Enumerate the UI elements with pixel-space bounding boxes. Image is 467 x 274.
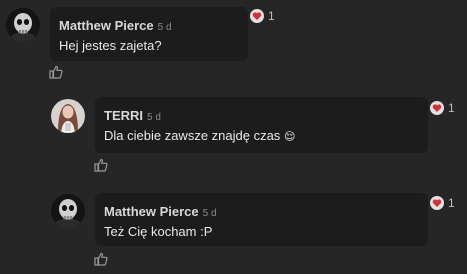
reaction-count: 1 [448, 196, 455, 210]
timestamp[interactable]: 5 d [203, 208, 217, 219]
comment-bubble: Matthew Pierce 5 d Też Cię kocham :P [95, 193, 428, 246]
author-line: Matthew Pierce 5 d [104, 203, 217, 221]
heart-reaction-icon [430, 196, 444, 210]
comment-bubble: Matthew Pierce 5 d Hej jestes zajeta? [50, 7, 248, 61]
author-name[interactable]: Matthew Pierce [104, 204, 199, 219]
comment-text: Też Cię kocham :P [104, 224, 213, 239]
relieved-face-emoji: 😌 [283, 131, 296, 143]
comment-text-body: Dla ciebie zawsze znajdę czas [104, 128, 281, 143]
reaction-summary[interactable]: 1 [430, 101, 455, 115]
comment-text: Hej jestes zajeta? [59, 38, 162, 53]
reaction-count: 1 [268, 9, 275, 23]
author-line: Matthew Pierce 5 d [59, 17, 172, 35]
thumbs-up-icon[interactable] [94, 158, 108, 172]
timestamp[interactable]: 5 d [147, 112, 161, 123]
avatar[interactable] [6, 8, 40, 42]
reaction-summary[interactable]: 1 [250, 9, 275, 23]
author-name[interactable]: TERRI [104, 108, 143, 123]
author-name[interactable]: Matthew Pierce [59, 18, 154, 33]
avatar[interactable] [51, 99, 85, 133]
comment-thread: Matthew Pierce 5 d Hej jestes zajeta? 1 [0, 0, 467, 274]
reaction-summary[interactable]: 1 [430, 196, 455, 210]
comment-1: Matthew Pierce 5 d Hej jestes zajeta? 1 [0, 0, 467, 82]
timestamp[interactable]: 5 d [158, 22, 172, 33]
comment-3: Matthew Pierce 5 d Też Cię kocham :P 1 [0, 186, 467, 274]
heart-reaction-icon [250, 9, 264, 23]
comment-2: TERRI 5 d Dla ciebie zawsze znajdę czas 😌… [0, 90, 467, 180]
author-line: TERRI 5 d [104, 107, 161, 125]
thumbs-up-icon[interactable] [94, 252, 108, 266]
heart-reaction-icon [430, 101, 444, 115]
avatar[interactable] [51, 194, 85, 228]
comment-bubble: TERRI 5 d Dla ciebie zawsze znajdę czas 😌 [95, 97, 428, 153]
comment-text: Dla ciebie zawsze znajdę czas 😌 [104, 128, 295, 143]
reaction-count: 1 [448, 101, 455, 115]
thumbs-up-icon[interactable] [49, 65, 63, 79]
